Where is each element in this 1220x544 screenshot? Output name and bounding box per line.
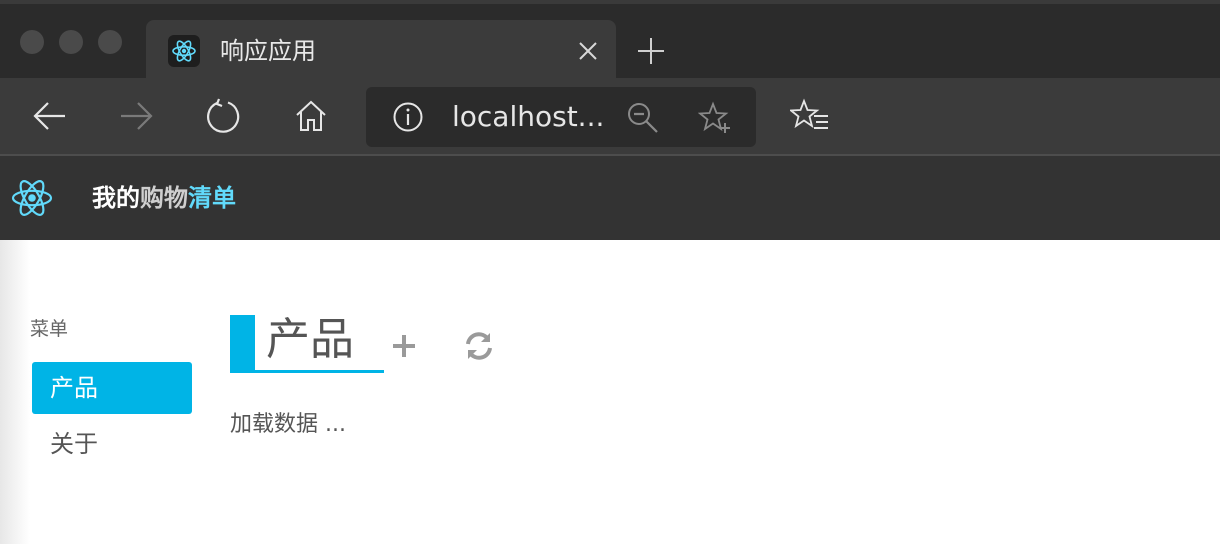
home-icon[interactable] — [293, 98, 329, 134]
refresh-icon[interactable] — [205, 98, 241, 134]
favorites-icon[interactable] — [788, 98, 830, 134]
address-text[interactable]: localhost... — [452, 99, 604, 135]
address-bar[interactable]: localhost... — [366, 87, 756, 147]
title-accent-bar — [230, 315, 255, 370]
loading-text: 加载数据 ... — [230, 412, 346, 437]
react-icon — [10, 176, 54, 220]
app-header: 我的购物清单 — [0, 156, 1220, 240]
sidebar-item-products[interactable]: 产品 — [32, 362, 192, 414]
browser-toolbar: localhost... — [0, 78, 1220, 156]
close-icon[interactable] — [576, 39, 600, 63]
brand-link[interactable]: 我的购物清单 — [92, 180, 236, 216]
browser-tabstrip: 响应应用 — [0, 0, 1220, 82]
browser-tab[interactable]: 响应应用 — [146, 20, 616, 82]
page-title: 产品 — [266, 314, 354, 365]
star-add-icon[interactable] — [697, 101, 732, 135]
brand-part-list: 清单 — [188, 184, 236, 212]
window-maximize-dot[interactable] — [98, 30, 122, 54]
react-icon — [168, 35, 200, 67]
reload-products-button[interactable] — [463, 330, 495, 362]
sidebar-item-about[interactable]: 关于 — [32, 418, 192, 470]
brand-part-shopping: 购物 — [140, 184, 188, 212]
info-icon[interactable] — [392, 101, 424, 133]
tab-title: 响应应用 — [220, 37, 316, 65]
brand-part-my: 我的 — [92, 184, 140, 212]
zoom-out-icon[interactable] — [626, 101, 660, 135]
add-product-button[interactable] — [390, 332, 418, 360]
window-minimize-dot[interactable] — [59, 30, 83, 54]
menu-title: 菜单 — [30, 318, 69, 340]
arrow-left-icon[interactable] — [32, 98, 68, 134]
arrow-right-icon[interactable] — [118, 98, 154, 134]
plus-icon — [393, 335, 415, 357]
page-title-block: 产品 — [230, 314, 384, 373]
plus-icon[interactable] — [636, 36, 666, 66]
sync-icon — [466, 332, 492, 360]
window-close-dot[interactable] — [20, 30, 44, 54]
left-shade — [0, 240, 30, 544]
